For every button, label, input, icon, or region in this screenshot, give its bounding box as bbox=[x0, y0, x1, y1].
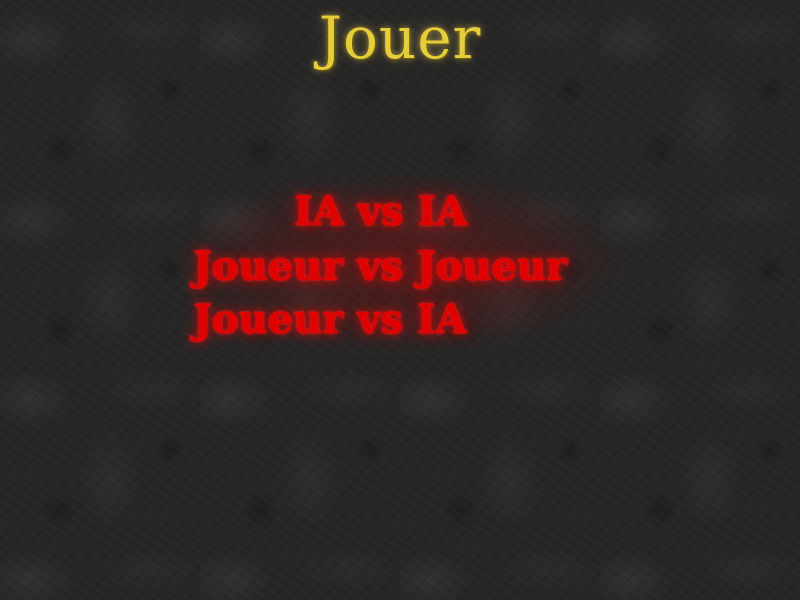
page-title: Jouer bbox=[318, 4, 482, 72]
game-screen: Jouer IA vs IA Joueur vs Joueur Joueur v… bbox=[0, 0, 800, 600]
menu-item-joueur-vs-joueur[interactable]: Joueur vs Joueur bbox=[193, 242, 567, 292]
menu-item-ia-vs-ia[interactable]: IA vs IA bbox=[294, 187, 467, 237]
menu-item-joueur-vs-ia[interactable]: Joueur vs IA bbox=[193, 295, 467, 345]
